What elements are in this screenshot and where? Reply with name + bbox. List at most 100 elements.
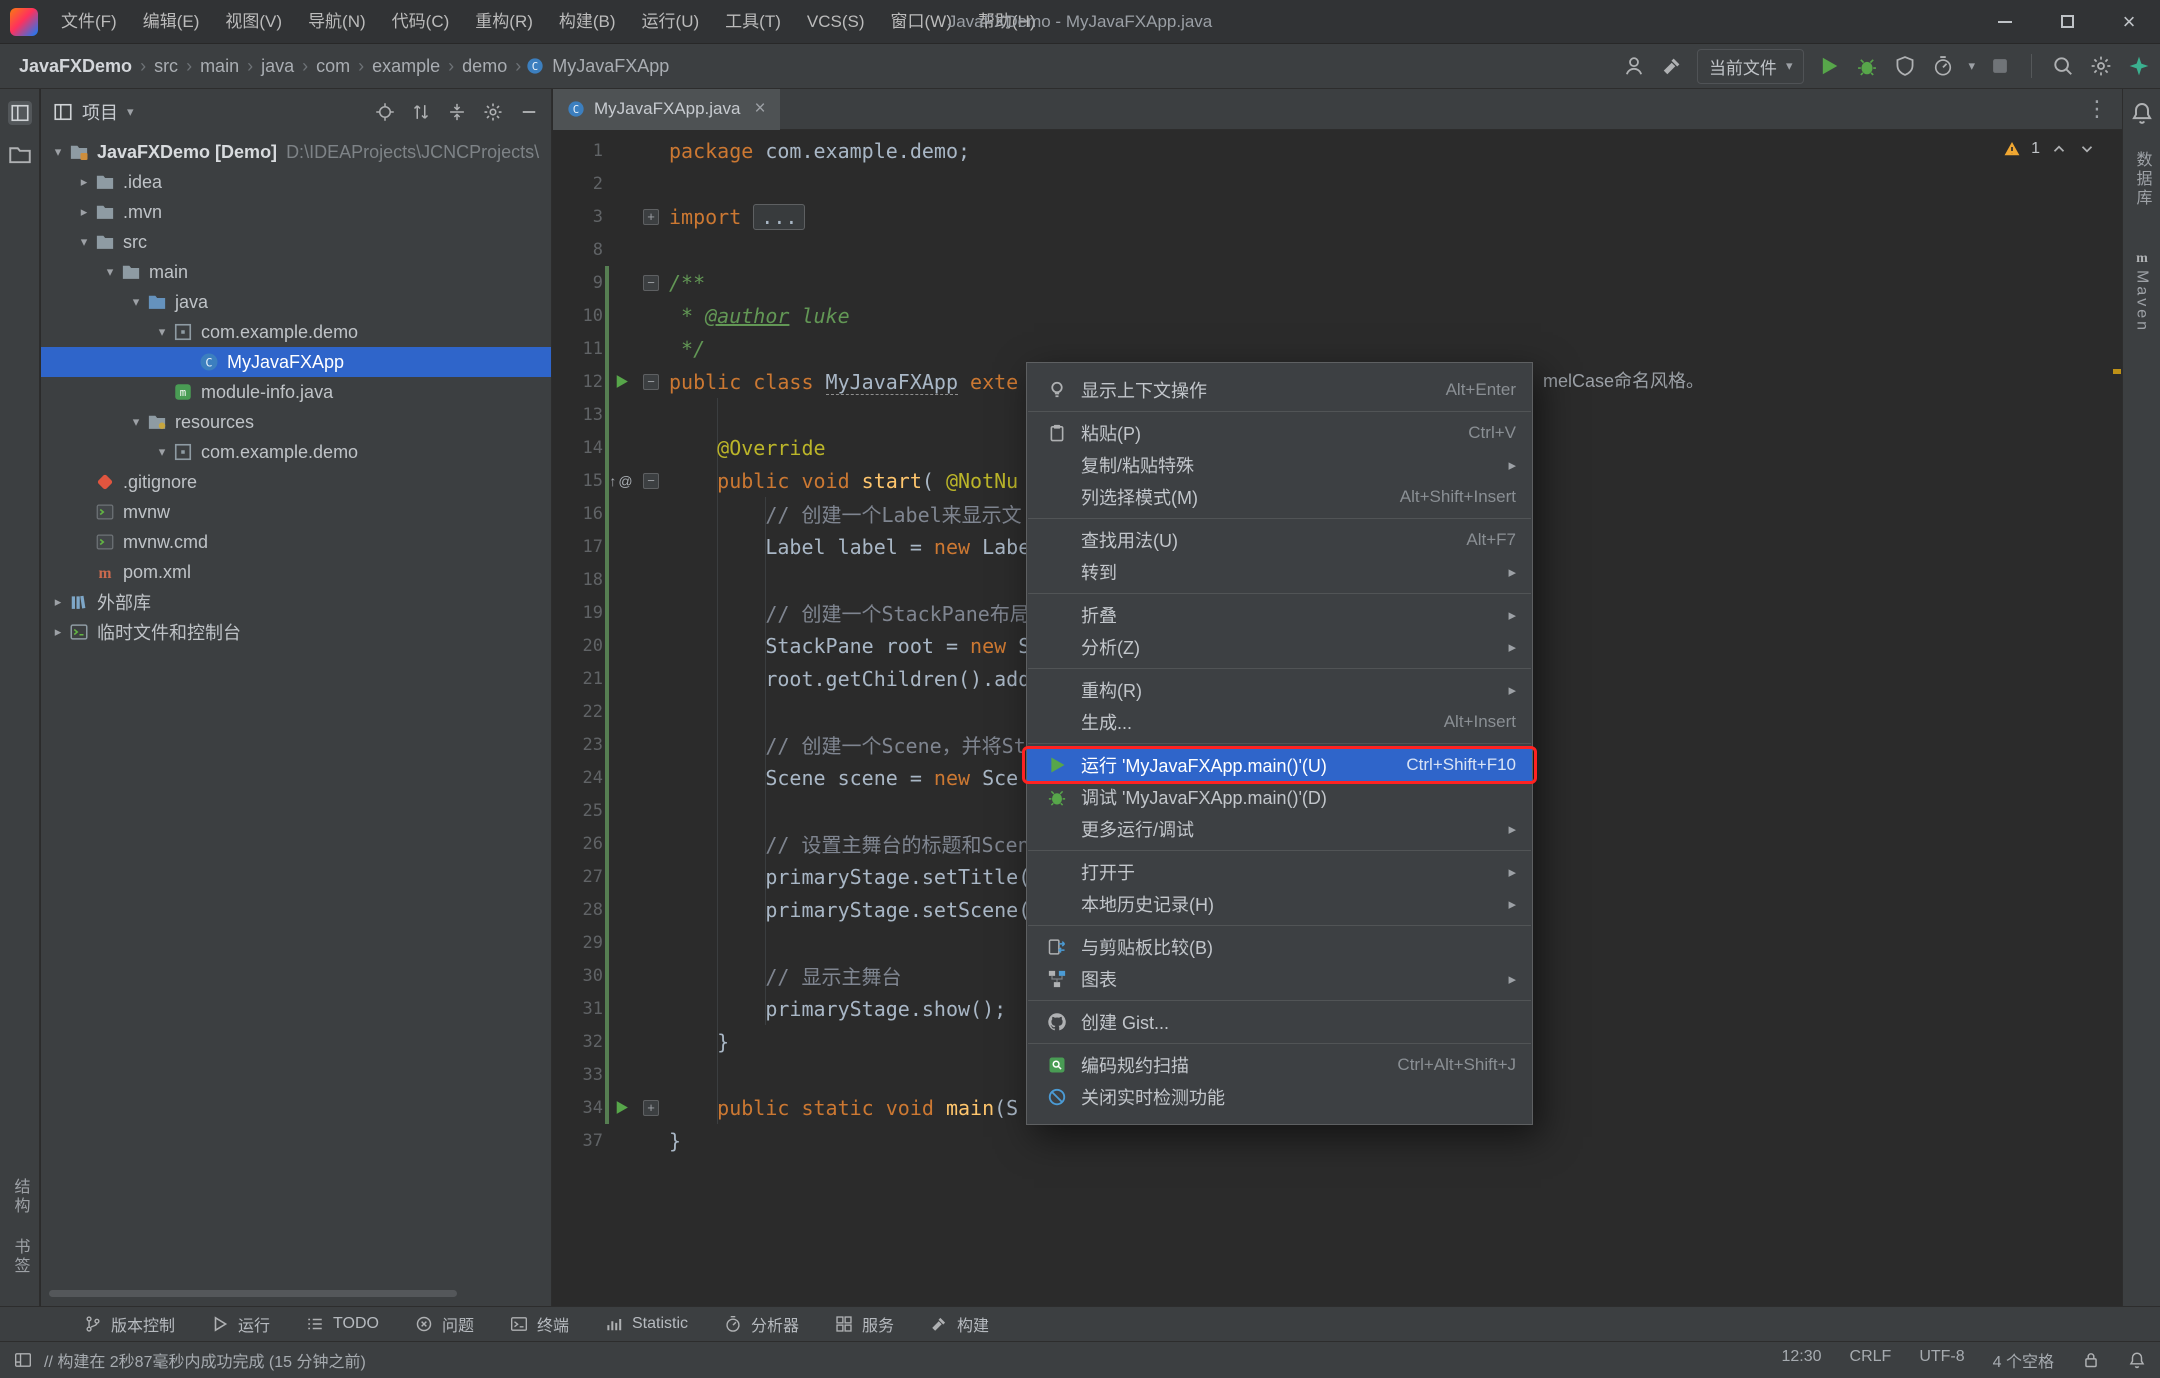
next-problem-icon[interactable] [2078, 140, 2096, 158]
project-tree-item[interactable]: CMyJavaFXApp [41, 347, 551, 377]
project-view-dropdown-icon[interactable]: ▾ [127, 104, 134, 120]
commit-tool-stripe-icon[interactable] [8, 143, 32, 167]
status-widget[interactable]: UTF-8 [1919, 1348, 1964, 1372]
fold-marker[interactable]: − [639, 275, 663, 291]
breadcrumb-item[interactable]: main [197, 54, 242, 79]
fold-expand-icon[interactable]: + [643, 1100, 659, 1116]
tab-close-icon[interactable]: × [754, 98, 765, 120]
breadcrumb-item[interactable]: JavaFXDemo [16, 54, 135, 79]
tool-window-layout-icon[interactable] [14, 1351, 32, 1369]
prev-problem-icon[interactable] [2050, 140, 2068, 158]
context-menu-item[interactable]: 分析(Z)▸ [1027, 631, 1532, 663]
context-menu-item[interactable]: 显示上下文操作Alt+Enter [1027, 374, 1532, 406]
fold-collapse-icon[interactable]: − [643, 473, 659, 489]
ai-icon[interactable] [2126, 53, 2152, 79]
editor-scrollbar[interactable] [2112, 134, 2122, 1306]
overrides-gutter-icon[interactable]: ↑ [609, 473, 616, 489]
menubar-item[interactable]: VCS(S) [794, 0, 878, 43]
tool-window-stripe-button[interactable]: 结构 [8, 1178, 32, 1216]
tab-options-icon[interactable]: ⋮ [2086, 96, 2108, 122]
context-menu-item[interactable]: 本地历史记录(H)▸ [1027, 888, 1532, 920]
tree-expanded-icon[interactable]: ▾ [125, 414, 147, 430]
tool-window-button[interactable]: 版本控制 [84, 1312, 175, 1336]
project-tree-item[interactable]: ▾JavaFXDemo [Demo]D:\IDEAProjects\JCNCPr… [41, 137, 551, 167]
tree-collapsed-icon[interactable]: ▸ [47, 624, 69, 640]
project-tree-item[interactable]: ▾java [41, 287, 551, 317]
run-gutter-icon[interactable] [613, 1099, 630, 1116]
status-widget[interactable]: 12:30 [1781, 1348, 1821, 1372]
context-menu-item[interactable]: 调试 'MyJavaFXApp.main()'(D) [1027, 781, 1532, 813]
tool-window-button[interactable]: 分析器 [724, 1312, 799, 1336]
tree-collapsed-icon[interactable]: ▸ [73, 174, 95, 190]
maximize-button[interactable] [2036, 0, 2098, 43]
fold-marker[interactable]: − [639, 473, 663, 489]
project-tree-item[interactable]: mmodule-info.java [41, 377, 551, 407]
menubar-item[interactable]: 导航(N) [295, 0, 379, 43]
context-menu-item[interactable]: 图表▸ [1027, 963, 1532, 995]
chevron-down-icon[interactable]: ▾ [1968, 58, 1975, 74]
inspections-widget[interactable]: 1 [2003, 140, 2096, 158]
menubar-item[interactable]: 视图(V) [212, 0, 295, 43]
menubar-item[interactable]: 工具(T) [712, 0, 794, 43]
horizontal-scrollbar[interactable] [49, 1290, 457, 1297]
swap-icon[interactable] [411, 102, 431, 122]
user-icon[interactable] [1621, 53, 1647, 79]
locate-icon[interactable] [375, 102, 395, 122]
project-tree-item[interactable]: ▸外部库 [41, 587, 551, 617]
tree-collapsed-icon[interactable]: ▸ [47, 594, 69, 610]
project-tool-stripe-icon[interactable] [8, 101, 32, 125]
context-menu-item[interactable]: 转到▸ [1027, 556, 1532, 588]
project-tree-item[interactable]: ▾main [41, 257, 551, 287]
context-menu-item[interactable]: 查找用法(U)Alt+F7 [1027, 524, 1532, 556]
tree-collapsed-icon[interactable]: ▸ [73, 204, 95, 220]
fold-marker[interactable]: + [639, 1100, 663, 1116]
project-tree-item[interactable]: ▾com.example.demo [41, 317, 551, 347]
tree-expanded-icon[interactable]: ▾ [47, 144, 69, 160]
menubar-item[interactable]: 构建(B) [546, 0, 629, 43]
hide-icon[interactable] [519, 102, 539, 122]
context-menu-item[interactable]: 重构(R)▸ [1027, 674, 1532, 706]
database-tool-stripe-button[interactable]: 数据库 [2130, 151, 2154, 208]
breadcrumb-item[interactable]: demo [459, 54, 510, 79]
tree-expanded-icon[interactable]: ▾ [151, 324, 173, 340]
breadcrumb-item[interactable]: java [258, 54, 297, 79]
debug-icon[interactable] [1854, 53, 1880, 79]
fold-collapse-icon[interactable]: − [643, 374, 659, 390]
coverage-icon[interactable] [1892, 53, 1918, 79]
context-menu-item[interactable]: 折叠▸ [1027, 599, 1532, 631]
context-menu-item[interactable]: 更多运行/调试▸ [1027, 813, 1532, 845]
status-widget[interactable]: 4 个空格 [1993, 1348, 2054, 1372]
project-tree-item[interactable]: ▾src [41, 227, 551, 257]
tree-expanded-icon[interactable]: ▾ [151, 444, 173, 460]
context-menu-item[interactable]: 关闭实时检测功能 [1027, 1081, 1532, 1113]
context-menu-item[interactable]: 复制/粘贴特殊▸ [1027, 449, 1532, 481]
maven-tool-stripe-button[interactable]: Maven [2133, 270, 2151, 333]
menubar-item[interactable]: 编辑(E) [130, 0, 213, 43]
tree-expanded-icon[interactable]: ▾ [125, 294, 147, 310]
context-menu-item[interactable]: 创建 Gist... [1027, 1006, 1532, 1038]
hammer-icon[interactable] [1659, 53, 1685, 79]
tool-window-button[interactable]: Statistic [605, 1315, 688, 1333]
annotation-gutter-icon[interactable]: @ [618, 473, 632, 489]
tool-window-button[interactable]: TODO [306, 1315, 379, 1333]
context-menu-item[interactable]: 与剪贴板比较(B) [1027, 931, 1532, 963]
menubar-item[interactable]: 代码(C) [379, 0, 463, 43]
project-tree-item[interactable]: ▸.idea [41, 167, 551, 197]
tree-expanded-icon[interactable]: ▾ [99, 264, 121, 280]
minimize-button[interactable] [1974, 0, 2036, 43]
tool-window-button[interactable]: 运行 [211, 1312, 270, 1336]
tree-expanded-icon[interactable]: ▾ [73, 234, 95, 250]
context-menu-item[interactable]: 粘贴(P)Ctrl+V [1027, 417, 1532, 449]
run-gutter-icon[interactable] [613, 373, 630, 390]
project-tree-item[interactable]: ▾com.example.demo [41, 437, 551, 467]
close-button[interactable]: × [2098, 0, 2160, 43]
project-tree-item[interactable]: mvnw.cmd [41, 527, 551, 557]
breadcrumb-item[interactable]: MyJavaFXApp [549, 54, 672, 79]
fold-marker[interactable]: + [639, 209, 663, 225]
tool-window-button[interactable]: 构建 [930, 1312, 989, 1336]
project-tree-item[interactable]: mpom.xml [41, 557, 551, 587]
context-menu-item[interactable]: 编码规约扫描Ctrl+Alt+Shift+J [1027, 1049, 1532, 1081]
project-tree-item[interactable]: mvnw [41, 497, 551, 527]
context-menu-item[interactable]: 生成...Alt+Insert [1027, 706, 1532, 738]
run-icon[interactable] [1816, 53, 1842, 79]
